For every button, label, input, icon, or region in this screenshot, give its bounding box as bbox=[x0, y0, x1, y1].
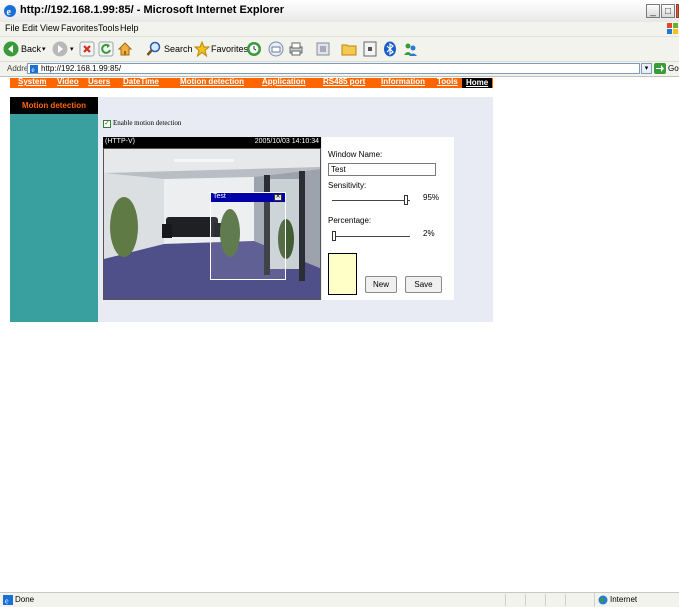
menu-favorites[interactable]: Favorites bbox=[61, 23, 98, 33]
settings-panel: Window Name: Test Sensitivity: 95% Perce… bbox=[322, 137, 454, 300]
page-icon: e bbox=[30, 65, 38, 73]
minimize-button[interactable]: _ bbox=[646, 4, 660, 18]
percentage-label: Percentage: bbox=[328, 216, 372, 225]
address-dropdown-icon[interactable]: ▾ bbox=[641, 63, 652, 74]
refresh-icon[interactable] bbox=[98, 41, 114, 57]
nav-information[interactable]: Information bbox=[381, 77, 425, 86]
security-zone[interactable]: Internet bbox=[594, 593, 679, 607]
menu-file[interactable]: File bbox=[5, 23, 20, 33]
enable-checkbox[interactable]: ✓ bbox=[103, 120, 111, 128]
history-icon[interactable] bbox=[246, 41, 262, 57]
percentage-value: 2% bbox=[423, 229, 435, 238]
nav-bar: System Video Users DateTime Motion detec… bbox=[10, 77, 493, 88]
go-icon[interactable] bbox=[654, 63, 666, 74]
status-divider bbox=[565, 594, 566, 606]
people-icon[interactable] bbox=[402, 41, 418, 57]
nav-video[interactable]: Video bbox=[57, 77, 79, 86]
status-text: Done bbox=[15, 595, 35, 604]
motion-window[interactable]: Test ✕ bbox=[210, 192, 286, 280]
sidebar: Motion detection bbox=[10, 97, 98, 322]
nav-application[interactable]: Application bbox=[262, 77, 306, 86]
maximize-button[interactable]: □ bbox=[661, 4, 675, 18]
back-icon[interactable] bbox=[3, 41, 19, 57]
sensitivity-slider-track[interactable] bbox=[332, 200, 410, 201]
search-icon[interactable] bbox=[146, 41, 162, 57]
address-url: http://192.168.1.99:85/ bbox=[41, 64, 122, 73]
nav-home[interactable]: Home bbox=[462, 78, 493, 88]
color-swatch bbox=[328, 253, 357, 295]
enable-label: Enable motion detection bbox=[113, 119, 182, 127]
address-bar: Address e http://192.168.1.99:85/ ▾ Go bbox=[0, 62, 679, 77]
motion-window-titlebar[interactable]: Test ✕ bbox=[211, 193, 285, 202]
nav-users[interactable]: Users bbox=[88, 77, 110, 86]
mail-icon[interactable] bbox=[268, 41, 284, 57]
page-done-icon: e bbox=[3, 595, 13, 605]
title-bar: e http://192.168.1.99:85/ - Microsoft In… bbox=[0, 0, 679, 23]
back-label[interactable]: Back bbox=[21, 44, 41, 54]
messenger-icon[interactable] bbox=[362, 41, 378, 57]
internet-zone-label: Internet bbox=[610, 595, 638, 604]
motion-window-close-icon[interactable]: ✕ bbox=[274, 194, 282, 201]
nav-rs485-port[interactable]: RS485 port bbox=[323, 77, 365, 86]
windows-logo-icon bbox=[667, 23, 678, 34]
video-header: (HTTP-V) 2005/10/03 14:10:34 bbox=[103, 137, 321, 148]
print-icon[interactable] bbox=[288, 41, 304, 57]
menu-bar: File Edit View Favorites Tools Help bbox=[0, 22, 679, 37]
window-name-label: Window Name: bbox=[328, 150, 383, 159]
motion-window-title: Test bbox=[213, 193, 226, 200]
ie-logo-icon: e bbox=[4, 5, 16, 18]
go-label[interactable]: Go bbox=[668, 64, 679, 73]
folder-icon[interactable] bbox=[341, 41, 357, 57]
menu-tools[interactable]: Tools bbox=[98, 23, 119, 33]
favorites-icon[interactable] bbox=[194, 41, 210, 57]
edit-icon[interactable] bbox=[315, 41, 331, 57]
svg-text:e: e bbox=[7, 7, 12, 18]
toolbar: Back ▾ ▾ Search Favorites bbox=[0, 37, 679, 62]
status-divider bbox=[525, 594, 526, 606]
sensitivity-label: Sensitivity: bbox=[328, 181, 367, 190]
svg-text:e: e bbox=[32, 66, 35, 73]
nav-datetime[interactable]: DateTime bbox=[123, 77, 159, 86]
save-button[interactable]: Save bbox=[405, 276, 442, 293]
internet-globe-icon bbox=[598, 595, 608, 605]
forward-icon[interactable] bbox=[52, 41, 68, 57]
video-feed[interactable]: Test ✕ bbox=[103, 148, 321, 300]
home-icon[interactable] bbox=[117, 41, 133, 57]
nav-motion-detection[interactable]: Motion detection bbox=[180, 77, 244, 86]
menu-help[interactable]: Help bbox=[120, 23, 139, 33]
video-source: (HTTP-V) bbox=[105, 138, 135, 145]
percentage-slider-handle[interactable] bbox=[331, 231, 336, 241]
search-label[interactable]: Search bbox=[164, 44, 193, 54]
video-timestamp: 2005/10/03 14:10:34 bbox=[254, 138, 319, 145]
nav-system[interactable]: System bbox=[18, 77, 46, 86]
sidebar-header[interactable]: Motion detection bbox=[10, 97, 98, 114]
status-divider bbox=[545, 594, 546, 606]
percentage-slider-track[interactable] bbox=[332, 236, 410, 237]
status-bar: e Done Internet bbox=[0, 592, 679, 607]
favorites-label[interactable]: Favorites bbox=[211, 44, 248, 54]
address-input[interactable]: e http://192.168.1.99:85/ bbox=[27, 63, 640, 74]
nav-tools[interactable]: Tools bbox=[437, 77, 458, 86]
new-button[interactable]: New bbox=[365, 276, 397, 293]
status-divider bbox=[505, 594, 506, 606]
stop-icon[interactable] bbox=[79, 41, 95, 57]
back-dropdown-icon[interactable]: ▾ bbox=[42, 45, 46, 53]
menu-view[interactable]: View bbox=[40, 23, 59, 33]
svg-text:e: e bbox=[5, 597, 9, 606]
sensitivity-slider-handle[interactable] bbox=[404, 195, 409, 205]
bluetooth-icon[interactable] bbox=[382, 41, 398, 57]
sensitivity-value: 95% bbox=[423, 193, 440, 202]
window-name-input[interactable]: Test bbox=[328, 163, 436, 176]
window-title: http://192.168.1.99:85/ - Microsoft Inte… bbox=[20, 4, 285, 16]
menu-edit[interactable]: Edit bbox=[22, 23, 38, 33]
forward-dropdown-icon[interactable]: ▾ bbox=[70, 45, 74, 53]
